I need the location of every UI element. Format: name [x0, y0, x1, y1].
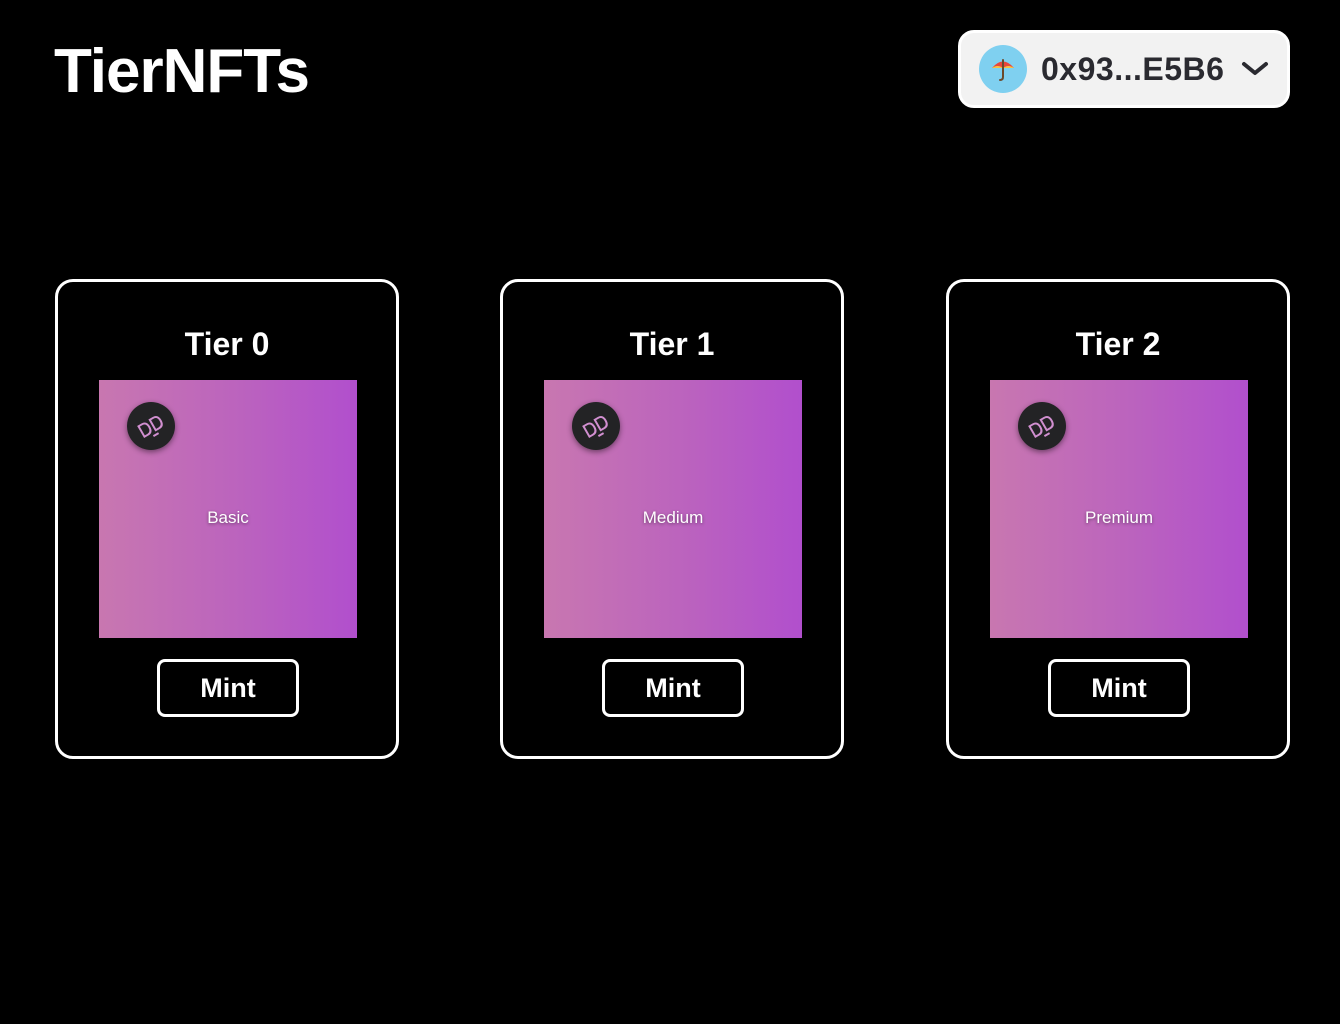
tier-card-1: Tier 1 Medium Mint — [500, 279, 844, 759]
tier-title: Tier 0 — [184, 326, 270, 362]
nft-tier-label: Basic — [207, 508, 249, 527]
dd-logo-icon — [127, 402, 175, 450]
wallet-avatar — [979, 45, 1027, 93]
nft-tier-label: Premium — [1084, 508, 1153, 527]
nft-image: Basic — [99, 380, 357, 638]
chevron-down-icon — [1241, 61, 1269, 77]
mint-button[interactable]: Mint — [602, 659, 744, 717]
tier-title: Tier 2 — [1075, 326, 1161, 362]
app-title: TierNFTs — [54, 37, 310, 106]
page: TierNFTs 0x93...E5B6 Tier 0 Basic Mint T… — [0, 0, 1340, 1024]
nft-image: Medium — [544, 380, 802, 638]
umbrella-icon — [992, 59, 1014, 81]
wallet-address: 0x93...E5B6 — [1041, 50, 1225, 87]
tier-title: Tier 1 — [629, 326, 715, 362]
mint-button[interactable]: Mint — [1048, 659, 1190, 717]
mint-button[interactable]: Mint — [157, 659, 299, 717]
nft-tier-label: Medium — [642, 508, 704, 527]
dd-logo-icon — [1018, 402, 1066, 450]
tier-card-2: Tier 2 Premium Mint — [946, 279, 1290, 759]
dd-logo-icon — [572, 402, 620, 450]
wallet-account-button[interactable]: 0x93...E5B6 — [958, 30, 1290, 108]
tier-card-0: Tier 0 Basic Mint — [55, 279, 399, 759]
nft-image: Premium — [990, 380, 1248, 638]
